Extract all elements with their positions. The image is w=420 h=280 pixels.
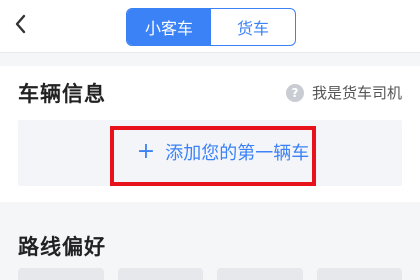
vehicle-settings-page: 小客车 货车 车辆信息 ? 我是货车司机 + 添加您的第一辆车 路线偏好 [0, 0, 420, 280]
route-option-card[interactable] [316, 268, 402, 280]
truck-driver-label: 我是货车司机 [311, 84, 402, 102]
route-option-card[interactable] [117, 268, 203, 280]
top-navigation-bar: 小客车 货车 [0, 0, 420, 53]
question-circle-icon: ? [285, 83, 304, 102]
route-preference-options [18, 268, 402, 280]
add-first-vehicle-button[interactable]: + 添加您的第一辆车 [114, 128, 332, 176]
back-button[interactable] [6, 9, 36, 39]
truck-driver-link[interactable]: ? 我是货车司机 [285, 82, 402, 103]
plus-icon: + [136, 139, 156, 164]
tab-passenger-car[interactable]: 小客车 [127, 9, 211, 45]
add-vehicle-label: 添加您的第一辆车 [165, 143, 310, 164]
vehicle-info-section: 车辆信息 ? 我是货车司机 + 添加您的第一辆车 [0, 66, 420, 202]
vehicle-type-tabs: 小客车 货车 [126, 8, 296, 46]
chevron-left-icon [15, 14, 26, 34]
route-option-card[interactable] [217, 268, 303, 280]
vehicle-info-title: 车辆信息 [18, 82, 106, 106]
route-preference-title: 路线偏好 [18, 235, 106, 259]
route-option-card[interactable] [18, 268, 104, 280]
add-vehicle-card: + 添加您的第一辆车 [18, 120, 402, 186]
tab-truck[interactable]: 货车 [211, 9, 295, 45]
